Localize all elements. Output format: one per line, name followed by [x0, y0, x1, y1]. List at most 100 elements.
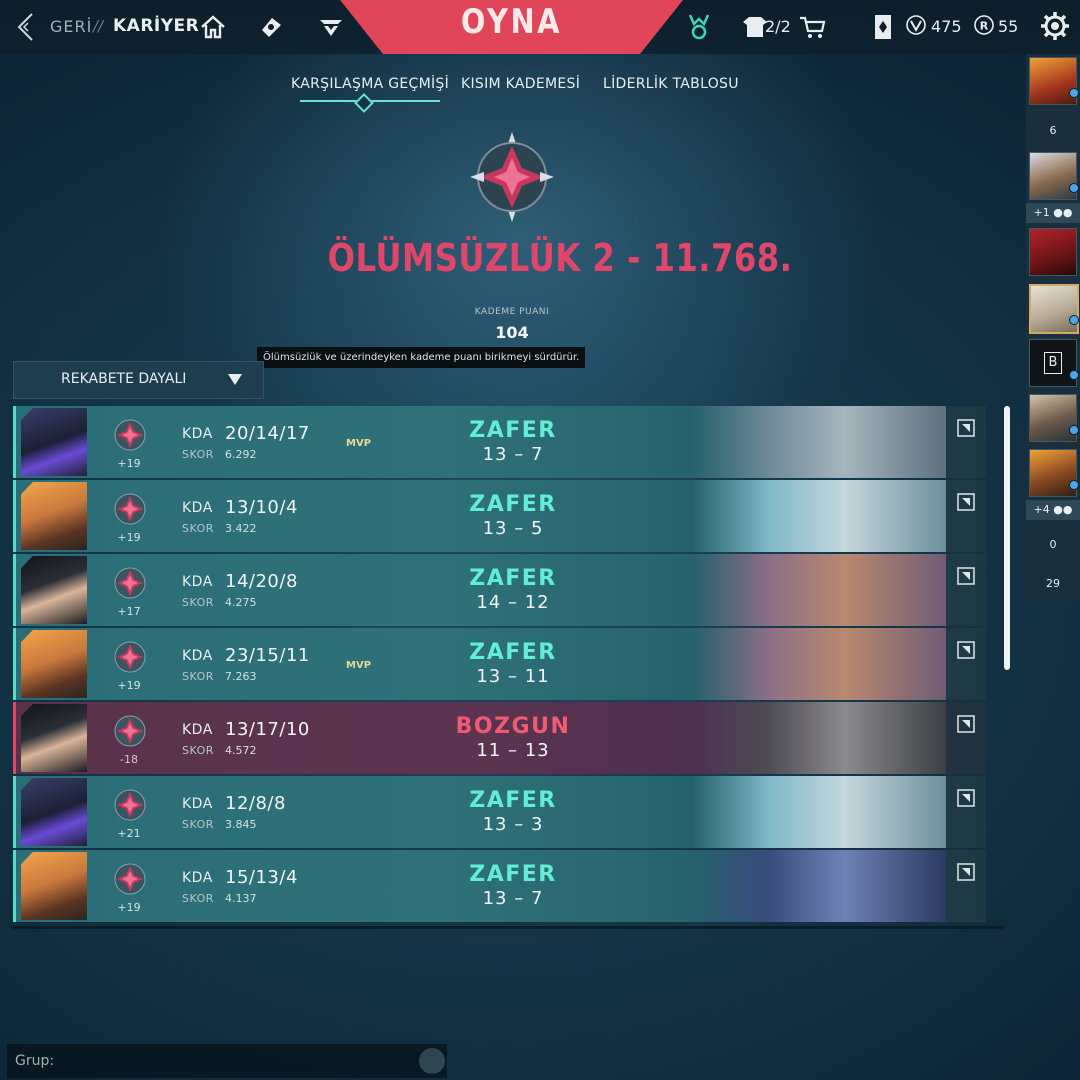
match-row[interactable]: +19 KDA 20/14/17 SKOR 6.292 MVP ZAFER 13 – 7 — [13, 406, 986, 478]
tab-match-history[interactable]: KARŞILAŞMA GEÇMİŞİ — [291, 76, 449, 92]
queue-filter-dropdown[interactable]: REKABETE DAYALI — [13, 361, 264, 399]
kda-label: KDA — [182, 796, 213, 812]
settings-gear-icon[interactable] — [1039, 10, 1071, 42]
match-result: ZAFER — [469, 566, 557, 591]
score-label: SKOR — [182, 596, 214, 609]
agent-portrait — [21, 556, 87, 624]
score-label: SKOR — [182, 818, 214, 831]
map-thumbnail — [693, 850, 946, 922]
match-row[interactable]: +19 KDA 13/10/4 SKOR 3.422 ZAFER 13 – 5 — [13, 480, 986, 552]
party-member-avatar[interactable] — [1029, 449, 1077, 497]
kda-label: KDA — [182, 870, 213, 886]
side-count: 6 — [1049, 124, 1057, 137]
friend-avatar[interactable] — [1029, 228, 1077, 276]
kda-value: 13/17/10 — [225, 719, 310, 740]
match-details-button[interactable] — [946, 628, 986, 700]
combat-score: 6.292 — [225, 448, 257, 461]
rr-change: +19 — [117, 457, 141, 470]
kingdom-credits-icon[interactable] — [868, 12, 898, 42]
result-indicator-bar — [13, 554, 16, 626]
play-button[interactable]: OYNA — [366, 2, 658, 42]
match-details-button[interactable] — [946, 776, 986, 848]
match-row[interactable]: +19 KDA 15/13/4 SKOR 4.137 ZAFER 13 – 7 — [13, 850, 986, 922]
side-count: 29 — [1046, 577, 1060, 590]
score-label: SKOR — [182, 744, 214, 757]
collections-count: 2/2 — [765, 17, 791, 36]
friend-avatar[interactable] — [1029, 394, 1077, 442]
score-label: SKOR — [182, 448, 214, 461]
combat-score: 4.572 — [225, 744, 257, 757]
agent-portrait — [21, 778, 87, 846]
chevron-down-icon — [228, 374, 242, 385]
group-chat-input[interactable]: Grup: — [7, 1044, 447, 1078]
home-icon[interactable] — [198, 12, 228, 42]
rank-icon — [114, 641, 146, 673]
match-result: ZAFER — [469, 862, 557, 887]
friend-avatar[interactable]: B — [1029, 339, 1077, 387]
match-details-button[interactable] — [946, 850, 986, 922]
agent-portrait — [21, 630, 87, 698]
agents-icon[interactable] — [256, 12, 286, 42]
kda-value: 15/13/4 — [225, 867, 298, 888]
match-score: 11 – 13 — [476, 740, 550, 761]
match-row[interactable]: +19 KDA 23/15/11 SKOR 7.263 MVP ZAFER 13 – 11 — [13, 628, 986, 700]
party-member-avatar[interactable] — [1029, 152, 1077, 200]
expand-arrow-icon — [957, 863, 975, 881]
kda-value: 14/20/8 — [225, 571, 298, 592]
match-result: ZAFER — [469, 788, 557, 813]
online-status-dot — [1069, 183, 1079, 193]
rr-change: +21 — [117, 827, 141, 840]
tab-leaderboard[interactable]: LİDERLİK TABLOSU — [603, 76, 739, 92]
expand-arrow-icon — [957, 493, 975, 511]
rank-icon — [114, 863, 146, 895]
map-thumbnail — [693, 702, 946, 774]
kda-label: KDA — [182, 722, 213, 738]
combat-score: 3.422 — [225, 522, 257, 535]
kda-value: 13/10/4 — [225, 497, 298, 518]
people-icon: ●● — [1053, 503, 1073, 516]
result-indicator-bar — [13, 702, 16, 774]
map-thumbnail — [693, 628, 946, 700]
match-row[interactable]: -18 KDA 13/17/10 SKOR 4.572 BOZGUN 11 – 13 — [13, 702, 986, 774]
kda-value: 12/8/8 — [225, 793, 286, 814]
rr-change: +19 — [117, 531, 141, 544]
store-cart-icon[interactable] — [798, 12, 828, 42]
expand-arrow-icon — [957, 567, 975, 585]
result-indicator-bar — [13, 406, 16, 478]
back-label[interactable]: GERİ — [50, 17, 92, 36]
combat-score: 3.845 — [225, 818, 257, 831]
match-score: 13 – 11 — [476, 666, 550, 687]
rank-title: ÖLÜMSÜZLÜK 2 - 11.768. — [327, 236, 793, 280]
rr-change: -18 — [120, 753, 138, 766]
tab-act-rank[interactable]: KISIM KADEMESİ — [461, 76, 580, 92]
match-row[interactable]: +17 KDA 14/20/8 SKOR 4.275 ZAFER 14 – 12 — [13, 554, 986, 626]
scrollbar-thumb[interactable] — [1004, 406, 1010, 670]
friend-avatar[interactable] — [1029, 284, 1079, 334]
people-icon: ●● — [1053, 206, 1073, 219]
battlepass-icon[interactable] — [684, 12, 714, 42]
match-result: ZAFER — [469, 492, 557, 517]
match-row[interactable]: +21 KDA 12/8/8 SKOR 3.845 ZAFER 13 – 3 — [13, 776, 986, 848]
combat-score: 4.275 — [225, 596, 257, 609]
match-details-button[interactable] — [946, 554, 986, 626]
match-score: 13 – 7 — [482, 444, 544, 465]
kda-value: 23/15/11 — [225, 645, 310, 666]
agent-portrait — [21, 852, 87, 920]
rank-tooltip: Ölümsüzlük ve üzerindeyken kademe puanı … — [257, 347, 586, 368]
match-result: ZAFER — [469, 640, 557, 665]
kda-label: KDA — [182, 500, 213, 516]
match-details-button[interactable] — [946, 480, 986, 552]
match-details-button[interactable] — [946, 702, 986, 774]
mvp-badge: MVP — [346, 438, 372, 449]
match-details-button[interactable] — [946, 406, 986, 478]
chat-toggle-icon[interactable] — [419, 1048, 445, 1074]
match-history-list: +19 KDA 20/14/17 SKOR 6.292 MVP ZAFER 13 – 7 +19… — [13, 406, 986, 924]
svg-text:R: R — [980, 20, 989, 33]
party-member-avatar[interactable] — [1029, 57, 1077, 105]
back-arrow-icon[interactable] — [14, 11, 42, 43]
rank-rating-value: 104 — [495, 323, 529, 342]
rank-icon — [114, 789, 146, 821]
expand-arrow-icon — [957, 641, 975, 659]
letter-b-icon: B — [1044, 352, 1062, 374]
online-status-dot — [1069, 315, 1079, 325]
